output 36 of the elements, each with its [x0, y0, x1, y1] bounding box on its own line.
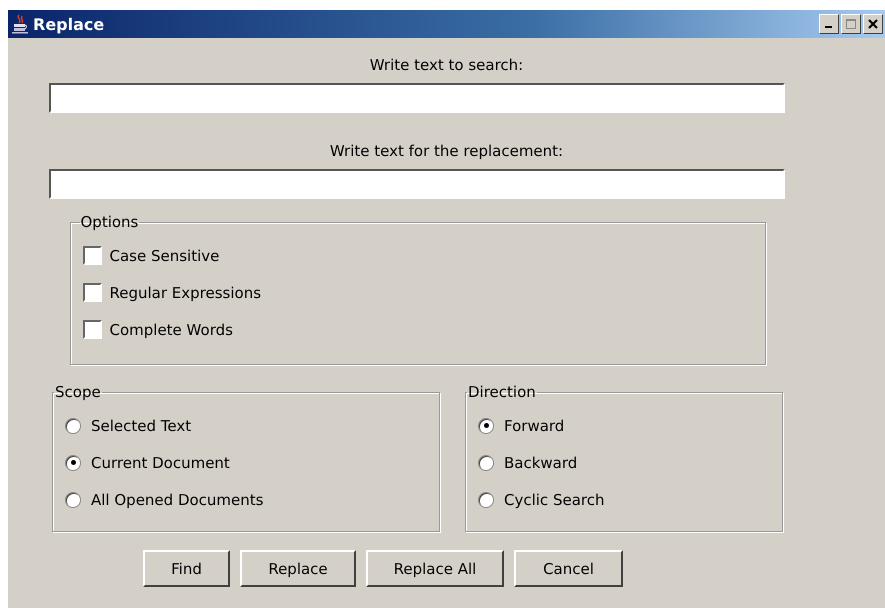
cup-icon: [11, 14, 29, 34]
radio-button[interactable]: [478, 418, 494, 434]
radio-label[interactable]: Backward: [504, 454, 578, 472]
replacement-field[interactable]: [48, 169, 784, 199]
radio-label[interactable]: Selected Text: [91, 416, 192, 434]
checkbox-label[interactable]: Case Sensitive: [110, 246, 220, 264]
radio-button[interactable]: [65, 418, 81, 434]
close-icon: [868, 19, 878, 29]
maximize-button[interactable]: [841, 14, 861, 34]
search-field[interactable]: [48, 83, 784, 113]
search-label: Write text to search:: [370, 55, 524, 75]
radio-label[interactable]: Current Document: [91, 454, 230, 472]
checkbox[interactable]: [82, 246, 102, 265]
group-title: Options: [80, 213, 140, 231]
group-title: Scope: [54, 383, 102, 401]
dialog-button[interactable]: Find: [143, 550, 230, 587]
dialog-button[interactable]: Replace All: [366, 550, 504, 587]
window-title: Replace: [33, 14, 104, 34]
checkbox-label[interactable]: Complete Words: [110, 320, 233, 338]
radio-button[interactable]: [65, 454, 81, 470]
minimize-button[interactable]: [819, 14, 839, 34]
radio-button[interactable]: [478, 454, 494, 470]
radio-button[interactable]: [478, 492, 494, 508]
checkbox[interactable]: [82, 320, 102, 339]
replacement-label: Write text for the replacement:: [330, 141, 564, 161]
dialog-button[interactable]: Replace: [240, 550, 356, 587]
radio-label[interactable]: All Opened Documents: [91, 490, 264, 508]
radio-label[interactable]: Cyclic Search: [504, 490, 604, 508]
radio-button[interactable]: [65, 492, 81, 508]
close-button[interactable]: [863, 14, 883, 34]
checkbox-label[interactable]: Regular Expressions: [110, 284, 262, 302]
checkbox[interactable]: [82, 283, 102, 302]
radio-label[interactable]: Forward: [504, 416, 564, 434]
group-title: Direction: [467, 383, 537, 401]
maximize-icon: [846, 19, 856, 29]
dialog-button[interactable]: Cancel: [514, 550, 623, 587]
